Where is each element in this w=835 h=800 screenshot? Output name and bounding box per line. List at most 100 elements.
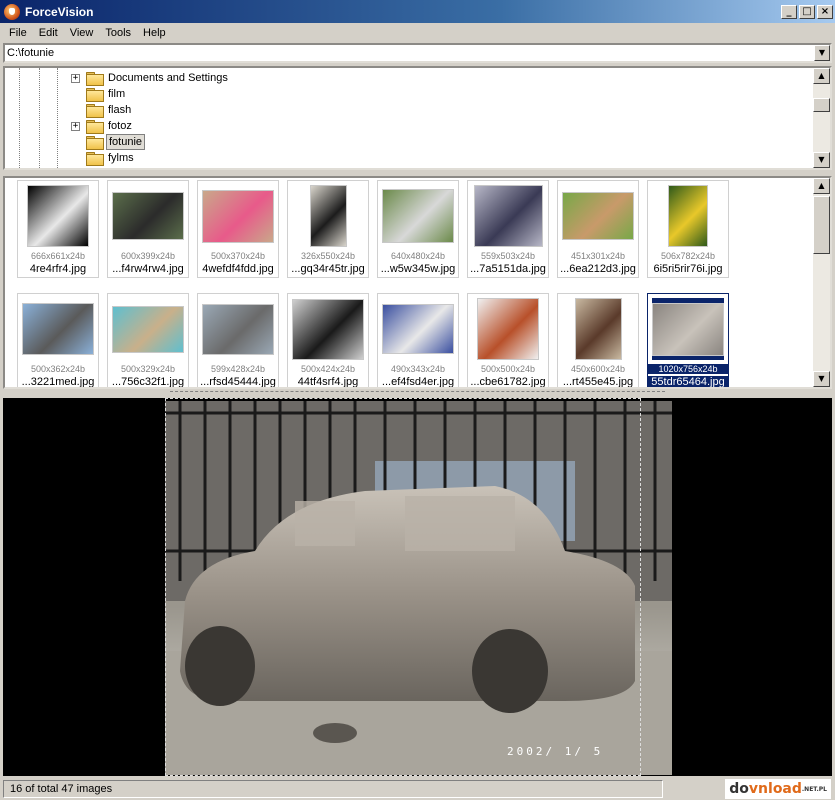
expand-icon[interactable]: + <box>71 121 80 131</box>
thumbnail-filename: 44tf4srf4.jpg <box>297 376 359 388</box>
status-text: 16 of total 47 images <box>3 779 663 798</box>
folder-icon <box>86 88 104 102</box>
thumbnail-scrollbar[interactable]: ▲ ▼ <box>813 178 830 387</box>
expand-icon[interactable]: + <box>71 73 80 83</box>
thumbnail-dimensions: 500x329x24b <box>120 364 176 374</box>
thumbnail-filename: ...gq34r45tr.jpg <box>291 263 365 275</box>
thumbnail-image-frame <box>22 185 94 247</box>
folder-icon <box>86 152 104 166</box>
thumbnail-filename: ...756c32f1.jpg <box>111 376 185 388</box>
thumbnail-image-frame <box>292 298 364 360</box>
thumbnail-item[interactable]: 500x424x24b 44tf4srf4.jpg <box>287 293 369 388</box>
thumbnail-item[interactable]: 599x428x24b ...rfsd45444.jpg <box>197 293 279 388</box>
status-bar: 16 of total 47 images <box>0 777 835 800</box>
menu-view[interactable]: View <box>64 27 100 39</box>
app-logo-icon <box>4 3 20 20</box>
thumbnail-image <box>309 185 347 247</box>
thumbnail-filename: ...cbe61782.jpg <box>470 376 546 388</box>
minimize-button[interactable]: _ <box>781 4 797 19</box>
thumbnail-item[interactable]: 666x661x24b 4re4rfr4.jpg <box>17 180 99 278</box>
thumbnail-item[interactable]: 640x480x24b ...w5w345w.jpg <box>377 180 459 278</box>
scroll-down-icon[interactable]: ▼ <box>813 152 830 168</box>
thumbnail-image <box>112 192 184 240</box>
menu-help[interactable]: Help <box>137 27 172 39</box>
thumbnail-dimensions: 506x782x24b <box>660 251 716 261</box>
chevron-down-icon[interactable]: ▼ <box>814 45 830 61</box>
thumbnail-filename: ...rfsd45444.jpg <box>200 376 276 388</box>
image-preview[interactable]: 2002/ 1/ 5 <box>3 398 832 776</box>
thumbnail-item[interactable]: 451x301x24b ...6ea212d3.jpg <box>557 180 639 278</box>
thumbnail-filename: ...f4rw4rw4.jpg <box>112 263 184 275</box>
thumbnail-item[interactable]: 600x399x24b ...f4rw4rw4.jpg <box>107 180 189 278</box>
tree-item-label[interactable]: fotoz <box>106 119 134 133</box>
tree-item-label[interactable]: flash <box>106 103 133 117</box>
maximize-button[interactable]: □ <box>799 4 815 19</box>
thumbnail-dimensions: 500x424x24b <box>300 364 356 374</box>
thumbnail-filename: 6i5ri5rir76i.jpg <box>653 263 723 275</box>
tree-item-label[interactable]: film <box>106 87 127 101</box>
thumbnail-image <box>473 185 543 247</box>
thumbnail-dimensions: 640x480x24b <box>390 251 446 261</box>
selection-rectangle[interactable] <box>165 398 641 776</box>
thumbnail-image <box>382 189 454 243</box>
thumbnail-dimensions: 500x370x24b <box>210 251 266 261</box>
thumbnail-item[interactable]: 326x550x24b ...gq34r45tr.jpg <box>287 180 369 278</box>
path-input[interactable]: C:\fotunie <box>5 47 814 59</box>
thumbnail-item[interactable]: 559x503x24b ...7a5151da.jpg <box>467 180 549 278</box>
thumbnail-item[interactable]: 506x782x24b 6i5ri5rir76i.jpg <box>647 180 729 278</box>
thumbnail-image <box>202 189 274 243</box>
thumbnail-item[interactable]: 500x370x24b 4wefdf4fdd.jpg <box>197 180 279 278</box>
thumbnail-item[interactable]: 500x500x24b ...cbe61782.jpg <box>467 293 549 388</box>
thumbnail-dimensions: 326x550x24b <box>300 251 356 261</box>
thumbnail-filename: 4wefdf4fdd.jpg <box>202 263 274 275</box>
watermark-part-c: .NET.PL <box>801 785 827 793</box>
thumbnail-dimensions: 599x428x24b <box>210 364 266 374</box>
scroll-up-icon[interactable]: ▲ <box>813 68 830 84</box>
thumbnail-dimensions: 500x500x24b <box>480 364 536 374</box>
tree-scroll-thumb[interactable] <box>813 98 830 112</box>
thumbnail-dimensions: 490x343x24b <box>390 364 446 374</box>
thumbnail-item[interactable]: 500x329x24b ...756c32f1.jpg <box>107 293 189 388</box>
thumbnail-filename: ...3221med.jpg <box>21 376 95 388</box>
menu-file[interactable]: File <box>3 27 33 39</box>
thumbnail-image <box>22 303 94 355</box>
thumbnail-scroll-thumb[interactable] <box>813 196 830 254</box>
tree-item[interactable]: fylms <box>71 150 136 166</box>
thumbnail-item[interactable]: 1020x756x24b 55tdr65464.jpg <box>647 293 729 387</box>
thumbnail-item[interactable]: 450x600x24b ...rt455e45.jpg <box>557 293 639 387</box>
tree-item-label[interactable]: Documents and Settings <box>106 71 230 85</box>
thumbnail-grid[interactable]: 666x661x24b 4re4rfr4.jpg 600x399x24b ...f4r… <box>3 176 832 389</box>
tree-item[interactable]: + fotoz <box>71 118 134 134</box>
splitter-grip[interactable] <box>170 391 665 396</box>
tree-item-label[interactable]: fotunie <box>106 134 146 150</box>
thumbnail-image-frame <box>382 185 454 247</box>
scroll-down-icon[interactable]: ▼ <box>813 371 830 387</box>
thumbnail-image <box>382 304 454 354</box>
scroll-up-icon[interactable]: ▲ <box>813 178 830 194</box>
tree-item[interactable]: fotunie <box>71 134 146 150</box>
thumbnail-dimensions: 500x362x24b <box>30 364 86 374</box>
menu-tools[interactable]: Tools <box>99 27 137 39</box>
tree-item-label[interactable]: fylms <box>106 151 136 165</box>
tree-item[interactable]: flash <box>71 102 133 118</box>
thumbnail-image-frame <box>652 185 724 247</box>
panel-splitter[interactable] <box>0 390 835 397</box>
thumbnail-image-frame <box>562 185 634 247</box>
menu-bar: File Edit View Tools Help <box>0 23 835 42</box>
folder-icon <box>86 136 104 150</box>
thumbnail-dimensions: 1020x756x24b <box>648 364 728 374</box>
close-button[interactable]: × <box>817 4 833 19</box>
tree-scrollbar[interactable]: ▲ ▼ <box>813 68 830 168</box>
thumbnail-item[interactable]: 500x362x24b ...3221med.jpg <box>17 293 99 388</box>
thumbnail-image-frame <box>202 298 274 360</box>
thumbnail-image <box>202 303 274 355</box>
path-combobox[interactable]: C:\fotunie ▼ <box>3 43 832 63</box>
folder-tree[interactable]: + Documents and Settings film flash + fotoz fo… <box>3 66 832 170</box>
thumbnail-image-frame <box>472 298 544 360</box>
menu-edit[interactable]: Edit <box>33 27 64 39</box>
tree-item[interactable]: + Documents and Settings <box>71 70 230 86</box>
thumbnail-image <box>668 185 708 247</box>
thumbnail-filename: ...6ea212d3.jpg <box>560 263 636 275</box>
tree-item[interactable]: film <box>71 86 127 102</box>
thumbnail-item[interactable]: 490x343x24b ...ef4fsd4er.jpg <box>377 293 459 387</box>
